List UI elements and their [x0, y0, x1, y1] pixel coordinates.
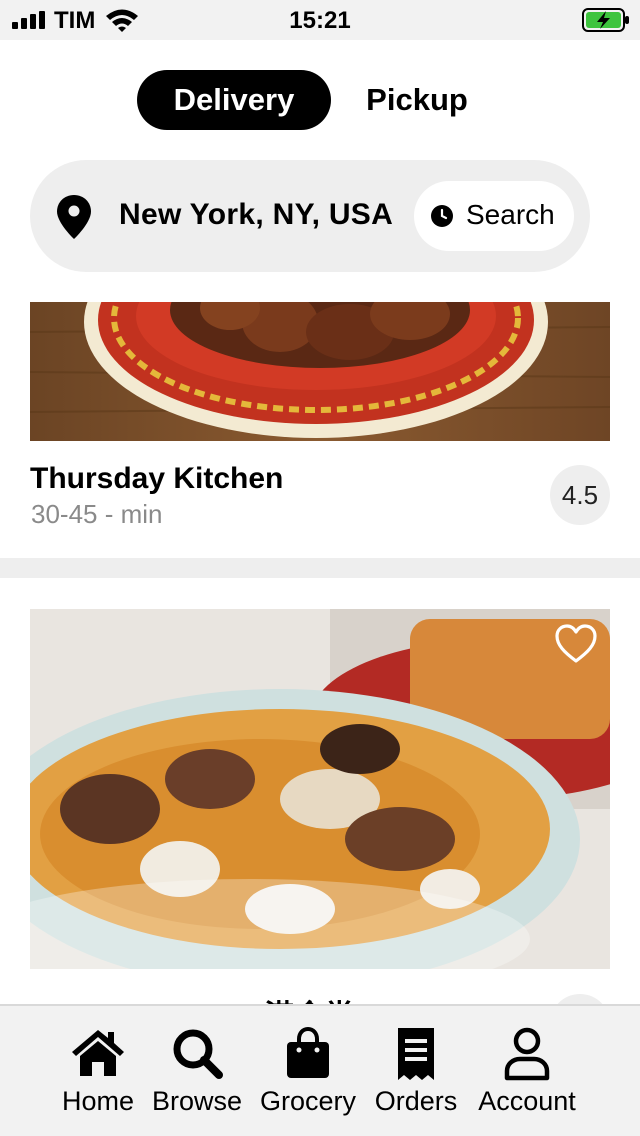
- battery-charging-icon: [582, 8, 629, 32]
- restaurant-image: [30, 609, 610, 969]
- user-icon: [504, 1027, 550, 1081]
- card-divider: [0, 558, 640, 578]
- shopping-bag-icon: [287, 1026, 329, 1078]
- tab-label: Browse: [151, 1086, 243, 1116]
- restaurant-card[interactable]: Thursday Kitchen 30-45 - min 4.5: [0, 300, 640, 558]
- tab-label: Account: [478, 1086, 576, 1116]
- tab-browse[interactable]: Browse: [149, 1026, 245, 1126]
- tab-home[interactable]: Home: [55, 1026, 141, 1126]
- heart-icon[interactable]: [554, 623, 598, 665]
- search-button[interactable]: Search: [414, 181, 574, 251]
- tab-label: Grocery: [259, 1086, 357, 1116]
- tab-label: Orders: [374, 1086, 458, 1116]
- delivery-tab[interactable]: Delivery: [137, 70, 331, 130]
- mode-toggle: Delivery Pickup: [0, 70, 640, 130]
- rating-badge: 4.5: [550, 465, 610, 525]
- status-bar: TIM 15:21: [0, 0, 640, 40]
- tab-grocery[interactable]: Grocery: [256, 1026, 360, 1126]
- clock-icon: [431, 205, 453, 227]
- location-bar[interactable]: New York, NY, USA Search: [30, 160, 590, 272]
- restaurant-name: Thursday Kitchen: [30, 462, 284, 495]
- restaurant-card[interactable]: Kang Sihk Tong 港食堂: [0, 578, 640, 1006]
- search-icon: [173, 1029, 223, 1079]
- app-screen: TIM 15:21 Delivery Pickup New York, NY, …: [0, 0, 640, 1136]
- location-text: New York, NY, USA: [119, 198, 394, 231]
- search-label: Search: [466, 199, 555, 230]
- pickup-tab[interactable]: Pickup: [350, 70, 484, 130]
- restaurant-image: [30, 302, 610, 441]
- tab-orders[interactable]: Orders: [371, 1026, 461, 1126]
- home-icon: [72, 1030, 124, 1076]
- delivery-time: 30-45 - min: [31, 499, 163, 529]
- receipt-icon: [398, 1028, 434, 1080]
- status-time: 15:21: [289, 7, 351, 34]
- restaurant-feed[interactable]: Thursday Kitchen 30-45 - min 4.5: [0, 300, 640, 1006]
- tab-account[interactable]: Account: [473, 1026, 581, 1126]
- location-pin-icon: [57, 195, 91, 239]
- tab-label: Home: [61, 1086, 135, 1116]
- bottom-tab-bar: Home Browse Grocery Orders Account: [0, 1004, 640, 1136]
